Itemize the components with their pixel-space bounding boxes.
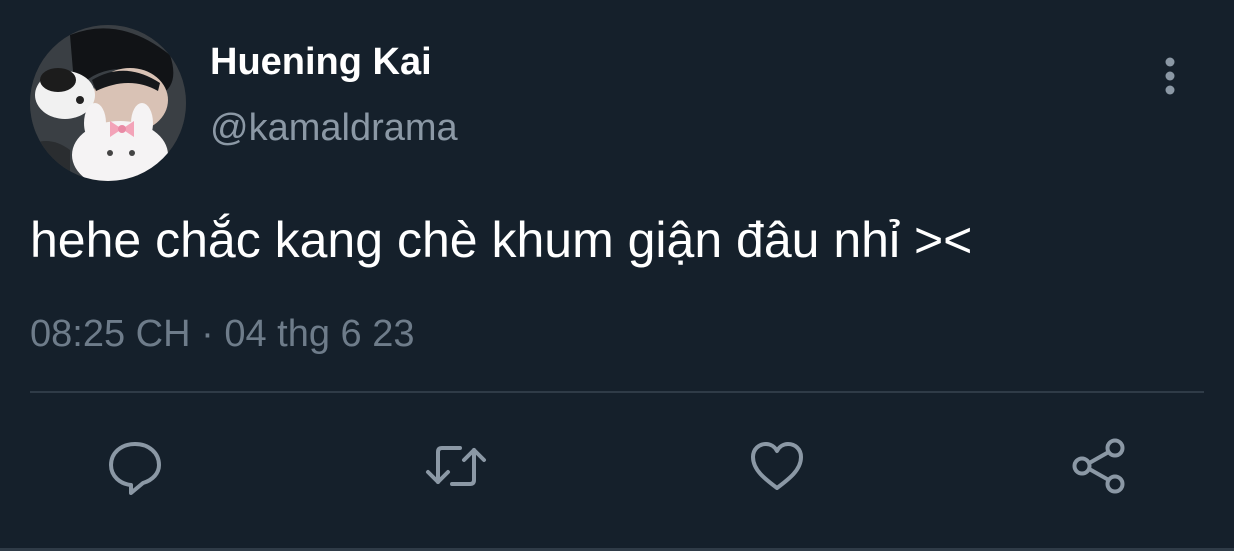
retweet-button[interactable] bbox=[424, 434, 488, 498]
like-button[interactable] bbox=[745, 434, 809, 498]
tweet-timestamp[interactable]: 08:25 CH · 04 thg 6 23 bbox=[30, 310, 415, 358]
avatar[interactable] bbox=[30, 25, 186, 181]
more-options-button[interactable] bbox=[1150, 52, 1190, 100]
tweet-text: hehe chắc kang chè khum giận đâu nhỉ >< bbox=[30, 212, 973, 268]
profile-photo bbox=[30, 25, 186, 181]
user-handle[interactable]: @kamaldrama bbox=[210, 106, 458, 150]
share-button[interactable] bbox=[1068, 434, 1132, 498]
timestamp-separator: · bbox=[201, 313, 214, 355]
divider bbox=[30, 391, 1204, 393]
retweet-icon bbox=[426, 446, 486, 486]
share-icon bbox=[1072, 438, 1125, 494]
display-name[interactable]: Huening Kai bbox=[210, 40, 432, 84]
more-vertical-icon bbox=[1165, 57, 1175, 95]
comment-icon bbox=[109, 442, 161, 495]
reply-button[interactable] bbox=[103, 434, 167, 498]
heart-icon bbox=[751, 442, 803, 490]
tweet-time: 08:25 CH bbox=[30, 313, 191, 355]
tweet-date: 04 thg 6 23 bbox=[224, 313, 415, 355]
